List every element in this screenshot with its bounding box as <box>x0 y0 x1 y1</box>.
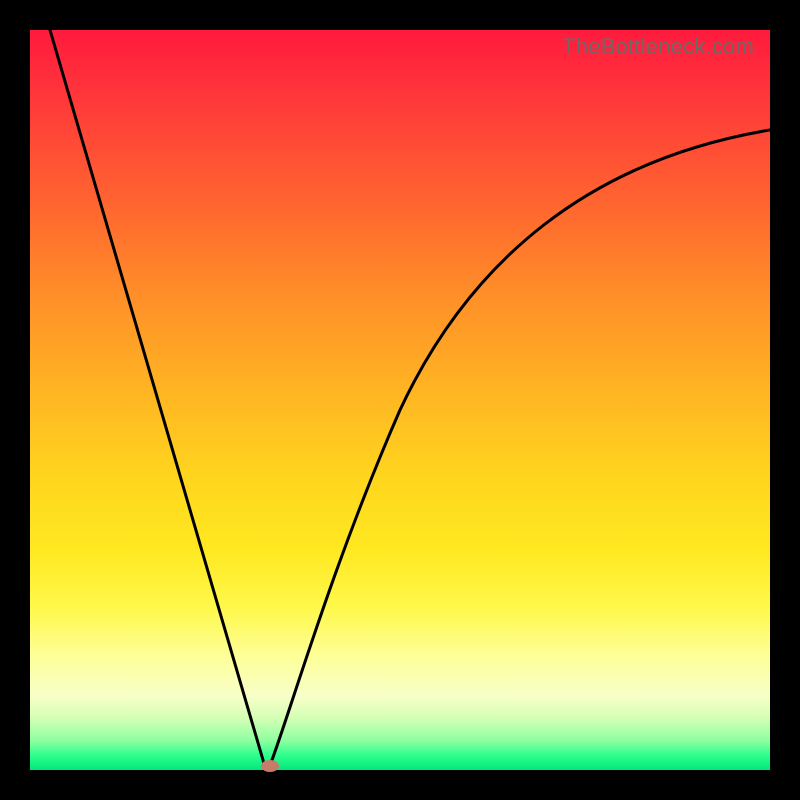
plot-area: TheBottleneck.com <box>30 30 770 770</box>
curve-svg <box>30 30 770 770</box>
curve-path <box>50 30 770 768</box>
marker-dot <box>261 760 279 772</box>
chart-frame: TheBottleneck.com <box>0 0 800 800</box>
